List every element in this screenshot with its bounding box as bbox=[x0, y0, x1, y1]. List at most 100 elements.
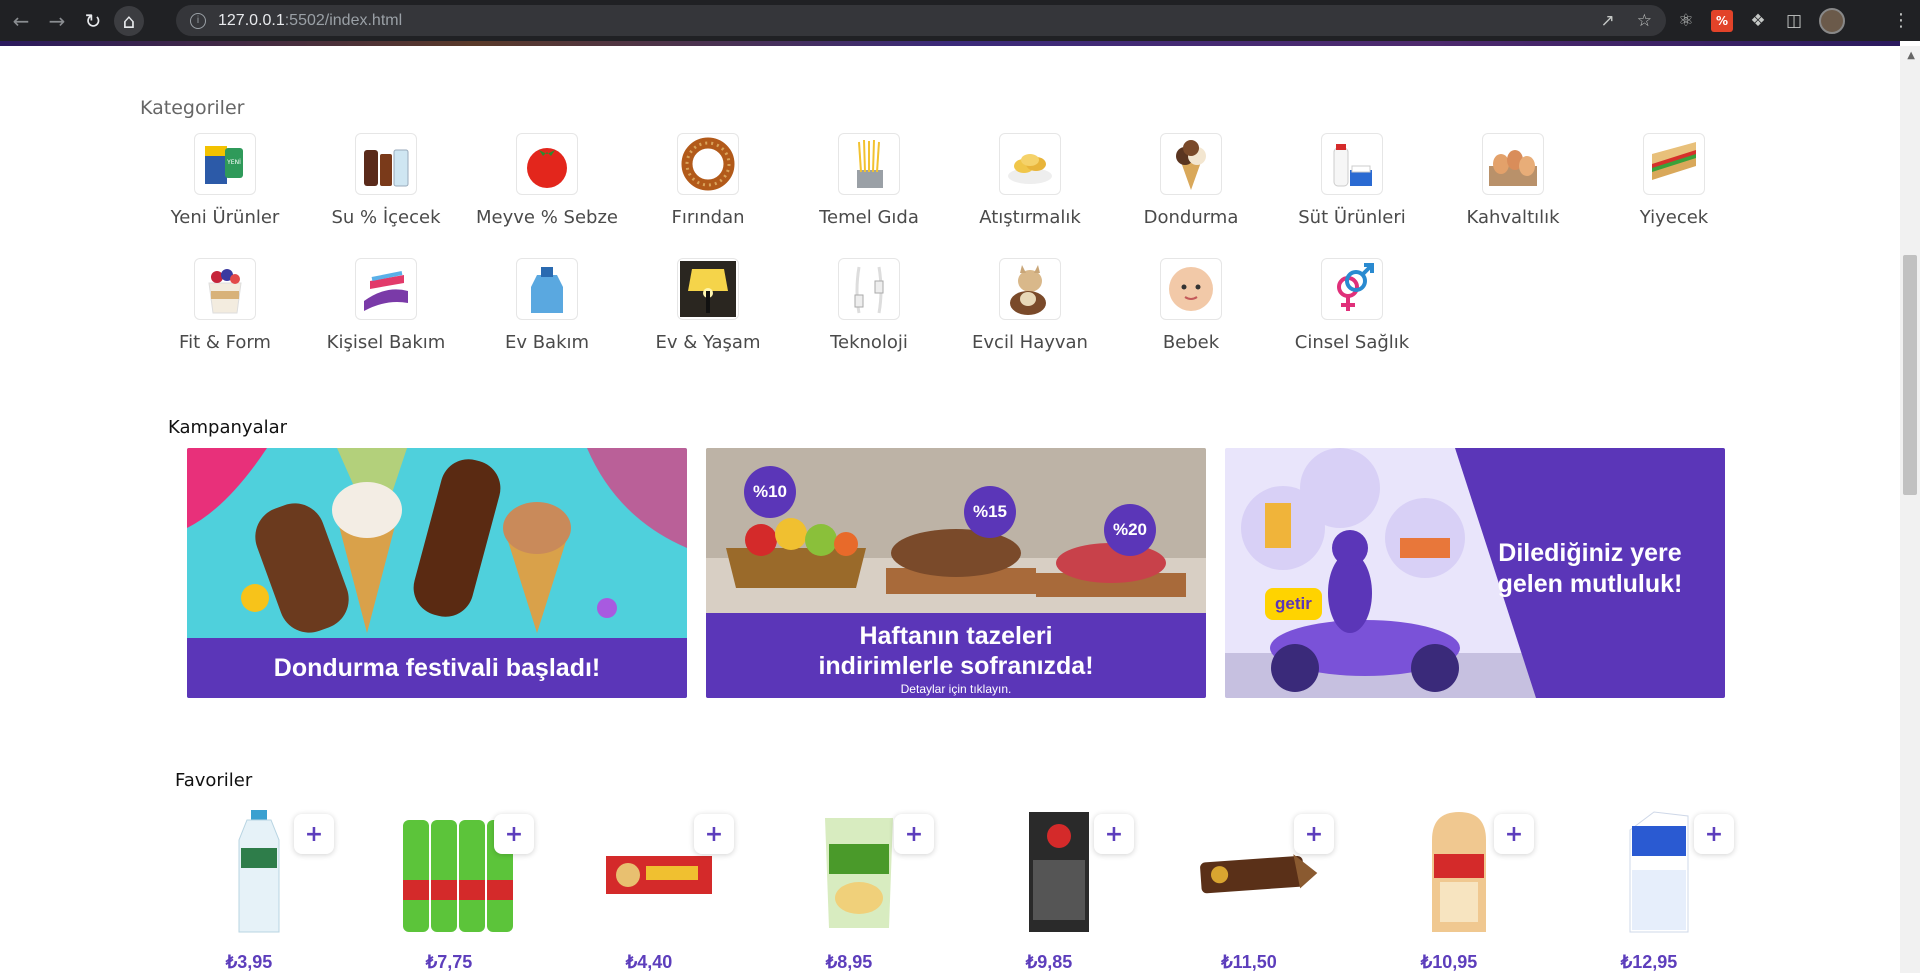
ice-cream-illustration bbox=[187, 448, 687, 633]
baby-icon bbox=[1160, 258, 1222, 320]
product-price: ₺11,50 bbox=[1221, 952, 1277, 972]
category-label: Fırından bbox=[671, 207, 745, 228]
category-snacks[interactable]: Atıştırmalık bbox=[950, 133, 1110, 228]
product-card[interactable]: + ₺8,95 bbox=[779, 810, 949, 973]
campaigns-title: Kampanyalar bbox=[168, 417, 288, 438]
category-baby[interactable]: Bebek bbox=[1111, 258, 1271, 353]
category-label: Ev & Yaşam bbox=[655, 332, 761, 353]
toothpaste-icon bbox=[355, 258, 417, 320]
add-to-cart-button[interactable]: + bbox=[1694, 814, 1734, 854]
category-label: Yiyecek bbox=[1639, 207, 1709, 228]
tomato-icon bbox=[516, 133, 578, 195]
drinks-icon bbox=[355, 133, 417, 195]
gender-icon bbox=[1321, 258, 1383, 320]
add-to-cart-button[interactable]: + bbox=[894, 814, 934, 854]
milk-icon bbox=[1321, 133, 1383, 195]
add-to-cart-button[interactable]: + bbox=[494, 814, 534, 854]
react-devtools-icon[interactable]: ⚛ bbox=[1675, 10, 1697, 32]
extensions-puzzle-icon[interactable]: ❖ bbox=[1747, 10, 1769, 32]
category-home-care[interactable]: Ev Bakım bbox=[467, 258, 627, 353]
getir-logo: getir bbox=[1265, 588, 1322, 620]
discount-badge: %20 bbox=[1104, 504, 1156, 556]
category-staples[interactable]: Temel Gıda bbox=[789, 133, 949, 228]
category-label: Fit & Form bbox=[179, 332, 271, 353]
product-card[interactable]: + ₺10,95 bbox=[1379, 810, 1549, 973]
category-label: Bebek bbox=[1162, 332, 1220, 353]
category-label: Dondurma bbox=[1143, 207, 1239, 228]
browser-menu-icon[interactable]: ⋮ bbox=[1892, 10, 1910, 31]
product-card[interactable]: + ₺4,40 bbox=[579, 810, 749, 973]
category-personal-care[interactable]: Kişisel Bakım bbox=[306, 258, 466, 353]
campaign-banner-ice-cream[interactable]: Dondurma festivali başladı! bbox=[187, 448, 687, 698]
address-bar[interactable]: i 127.0.0.1:5502/index.html ↗ ☆ bbox=[176, 5, 1666, 36]
add-to-cart-button[interactable]: + bbox=[1294, 814, 1334, 854]
ice-cream-icon bbox=[1160, 133, 1222, 195]
scrollbar-thumb[interactable] bbox=[1903, 255, 1917, 495]
page-scrollbar[interactable] bbox=[1900, 46, 1920, 973]
home-icon[interactable]: ⌂ bbox=[114, 5, 144, 36]
back-icon[interactable]: ← bbox=[6, 6, 36, 36]
banner-caption: Haftanın tazeleri indirimlerle sofranızd… bbox=[706, 613, 1206, 698]
product-price: ₺7,75 bbox=[425, 952, 473, 972]
discount-badge: %10 bbox=[744, 466, 796, 518]
translate-extension-icon[interactable]: % bbox=[1711, 10, 1733, 32]
category-technology[interactable]: Teknoloji bbox=[789, 258, 949, 353]
add-to-cart-button[interactable]: + bbox=[694, 814, 734, 854]
banner-caption-line2: indirimlerle sofranızda! bbox=[818, 652, 1094, 680]
product-price: ₺12,95 bbox=[1620, 952, 1678, 972]
category-breakfast[interactable]: Kahvaltılık bbox=[1433, 133, 1593, 228]
category-label: Su % İçecek bbox=[331, 207, 441, 228]
reload-icon[interactable]: ↻ bbox=[78, 6, 108, 36]
category-label: Ev Bakım bbox=[504, 332, 590, 353]
category-fit-form[interactable]: Fit & Form bbox=[145, 258, 305, 353]
category-food[interactable]: Yiyecek bbox=[1594, 133, 1754, 228]
share-icon[interactable]: ↗ bbox=[1601, 11, 1615, 31]
hero-bottom-strip bbox=[0, 41, 1900, 46]
category-home-living[interactable]: Ev & Yaşam bbox=[628, 258, 788, 353]
add-to-cart-button[interactable]: + bbox=[1094, 814, 1134, 854]
campaign-banner-delivery[interactable]: getir Dilediğiniz yere gelen mutluluk! bbox=[1225, 448, 1725, 698]
category-ice-cream[interactable]: Dondurma bbox=[1111, 133, 1271, 228]
product-card[interactable]: + ₺7,75 bbox=[379, 810, 549, 973]
product-card[interactable]: + ₺12,95 bbox=[1579, 810, 1749, 973]
sandwich-icon bbox=[1643, 133, 1705, 195]
bookmark-star-icon[interactable]: ☆ bbox=[1637, 11, 1652, 31]
category-label: Meyve % Sebze bbox=[476, 207, 618, 228]
campaign-banner-fresh[interactable]: %10 %15 %20 Haftanın tazeleri indirimler… bbox=[706, 448, 1206, 698]
category-label: Kişisel Bakım bbox=[326, 332, 446, 353]
category-label: Atıştırmalık bbox=[979, 207, 1081, 228]
banner-caption: Dondurma festivali başladı! bbox=[187, 638, 687, 698]
lamp-icon bbox=[677, 258, 739, 320]
url-path: :5502/index.html bbox=[284, 11, 403, 29]
category-sexual-health[interactable]: Cinsel Sağlık bbox=[1272, 258, 1432, 353]
add-to-cart-button[interactable]: + bbox=[1494, 814, 1534, 854]
side-panel-icon[interactable]: ◫ bbox=[1783, 10, 1805, 32]
product-price: ₺9,85 bbox=[1025, 952, 1073, 972]
product-price: ₺3,95 bbox=[225, 952, 273, 972]
category-new-products[interactable]: YENİ Yeni Ürünler bbox=[145, 133, 305, 228]
category-drinks[interactable]: Su % İçecek bbox=[306, 133, 466, 228]
forward-icon[interactable]: → bbox=[42, 6, 72, 36]
pet-icon bbox=[999, 258, 1061, 320]
category-label: Temel Gıda bbox=[819, 207, 919, 228]
category-dairy[interactable]: Süt Ürünleri bbox=[1272, 133, 1432, 228]
product-card[interactable]: + ₺3,95 bbox=[179, 810, 349, 973]
simit-icon bbox=[677, 133, 739, 195]
category-fruit-veg[interactable]: Meyve % Sebze bbox=[467, 133, 627, 228]
product-card[interactable]: + ₺9,85 bbox=[979, 810, 1149, 973]
product-card[interactable]: + ₺11,50 bbox=[1179, 810, 1349, 973]
banner-caption-sub: Detaylar için tıklayın. bbox=[900, 682, 1012, 696]
banner-caption-line1: Haftanın tazeleri bbox=[859, 622, 1053, 650]
add-to-cart-button[interactable]: + bbox=[294, 814, 334, 854]
new-products-icon: YENİ bbox=[194, 133, 256, 195]
site-info-icon[interactable]: i bbox=[190, 12, 206, 29]
detergent-icon bbox=[516, 258, 578, 320]
cable-icon bbox=[838, 258, 900, 320]
category-label: Evcil Hayvan bbox=[972, 332, 1088, 353]
yogurt-icon bbox=[194, 258, 256, 320]
profile-avatar[interactable] bbox=[1819, 8, 1845, 34]
category-pets[interactable]: Evcil Hayvan bbox=[950, 258, 1110, 353]
category-bakery[interactable]: Fırından bbox=[628, 133, 788, 228]
scroll-up-arrow-icon[interactable]: ▲ bbox=[1907, 50, 1915, 61]
category-label: Kahvaltılık bbox=[1466, 207, 1560, 228]
